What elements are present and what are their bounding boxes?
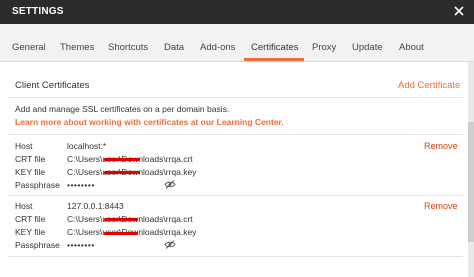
divider	[8, 134, 463, 135]
crt-file-label: CRT file	[15, 154, 46, 164]
tab-certificates[interactable]: Certificates	[251, 42, 299, 53]
divider	[8, 256, 463, 257]
host-label: Host	[15, 141, 33, 151]
passphrase-label: Passphrase	[15, 240, 60, 250]
tab-general[interactable]: General	[12, 42, 46, 53]
passphrase-label: Passphrase	[15, 180, 60, 190]
redaction-mark	[104, 218, 138, 221]
settings-titlebar: SETTINGS	[0, 0, 474, 24]
crt-file-label: CRT file	[15, 214, 46, 224]
host-label: Host	[15, 201, 33, 211]
eye-slash-icon[interactable]	[164, 180, 176, 189]
section-description: Add and manage SSL certificates on a per…	[15, 104, 230, 114]
tab-update[interactable]: Update	[352, 42, 383, 53]
tab-proxy[interactable]: Proxy	[312, 42, 336, 53]
tab-add-ons[interactable]: Add-ons	[200, 42, 235, 53]
divider	[8, 195, 463, 196]
active-tab-indicator	[244, 58, 304, 61]
tab-data[interactable]: Data	[164, 42, 184, 53]
host-value: 127.0.0.1:8443	[67, 201, 124, 211]
divider	[8, 97, 463, 98]
add-certificate-button[interactable]: Add Certificate	[398, 80, 460, 91]
settings-tabs: General Themes Shortcuts Data Add-ons Ce…	[0, 24, 474, 62]
learning-center-link[interactable]: Learn more about working with certificat…	[15, 117, 284, 127]
passphrase-value[interactable]: ••••••••	[67, 180, 95, 190]
window-title: SETTINGS	[12, 6, 64, 17]
tab-shortcuts[interactable]: Shortcuts	[108, 42, 148, 53]
redaction-mark	[104, 158, 140, 161]
passphrase-value[interactable]: ••••••••	[67, 240, 95, 250]
section-title: Client Certificates	[15, 80, 90, 91]
close-icon[interactable]	[452, 4, 466, 18]
redaction-mark	[104, 232, 138, 235]
remove-certificate-button[interactable]: Remove	[424, 141, 458, 151]
tab-themes[interactable]: Themes	[60, 42, 94, 53]
redaction-mark	[104, 171, 140, 174]
tab-about[interactable]: About	[399, 42, 424, 53]
eye-slash-icon[interactable]	[164, 240, 176, 249]
scrollbar[interactable]	[468, 62, 474, 277]
remove-certificate-button[interactable]: Remove	[424, 201, 458, 211]
scrollbar-thumb[interactable]	[468, 122, 474, 242]
key-file-label: KEY file	[15, 167, 46, 177]
key-file-label: KEY file	[15, 227, 46, 237]
host-value: localhost:*	[67, 141, 107, 151]
